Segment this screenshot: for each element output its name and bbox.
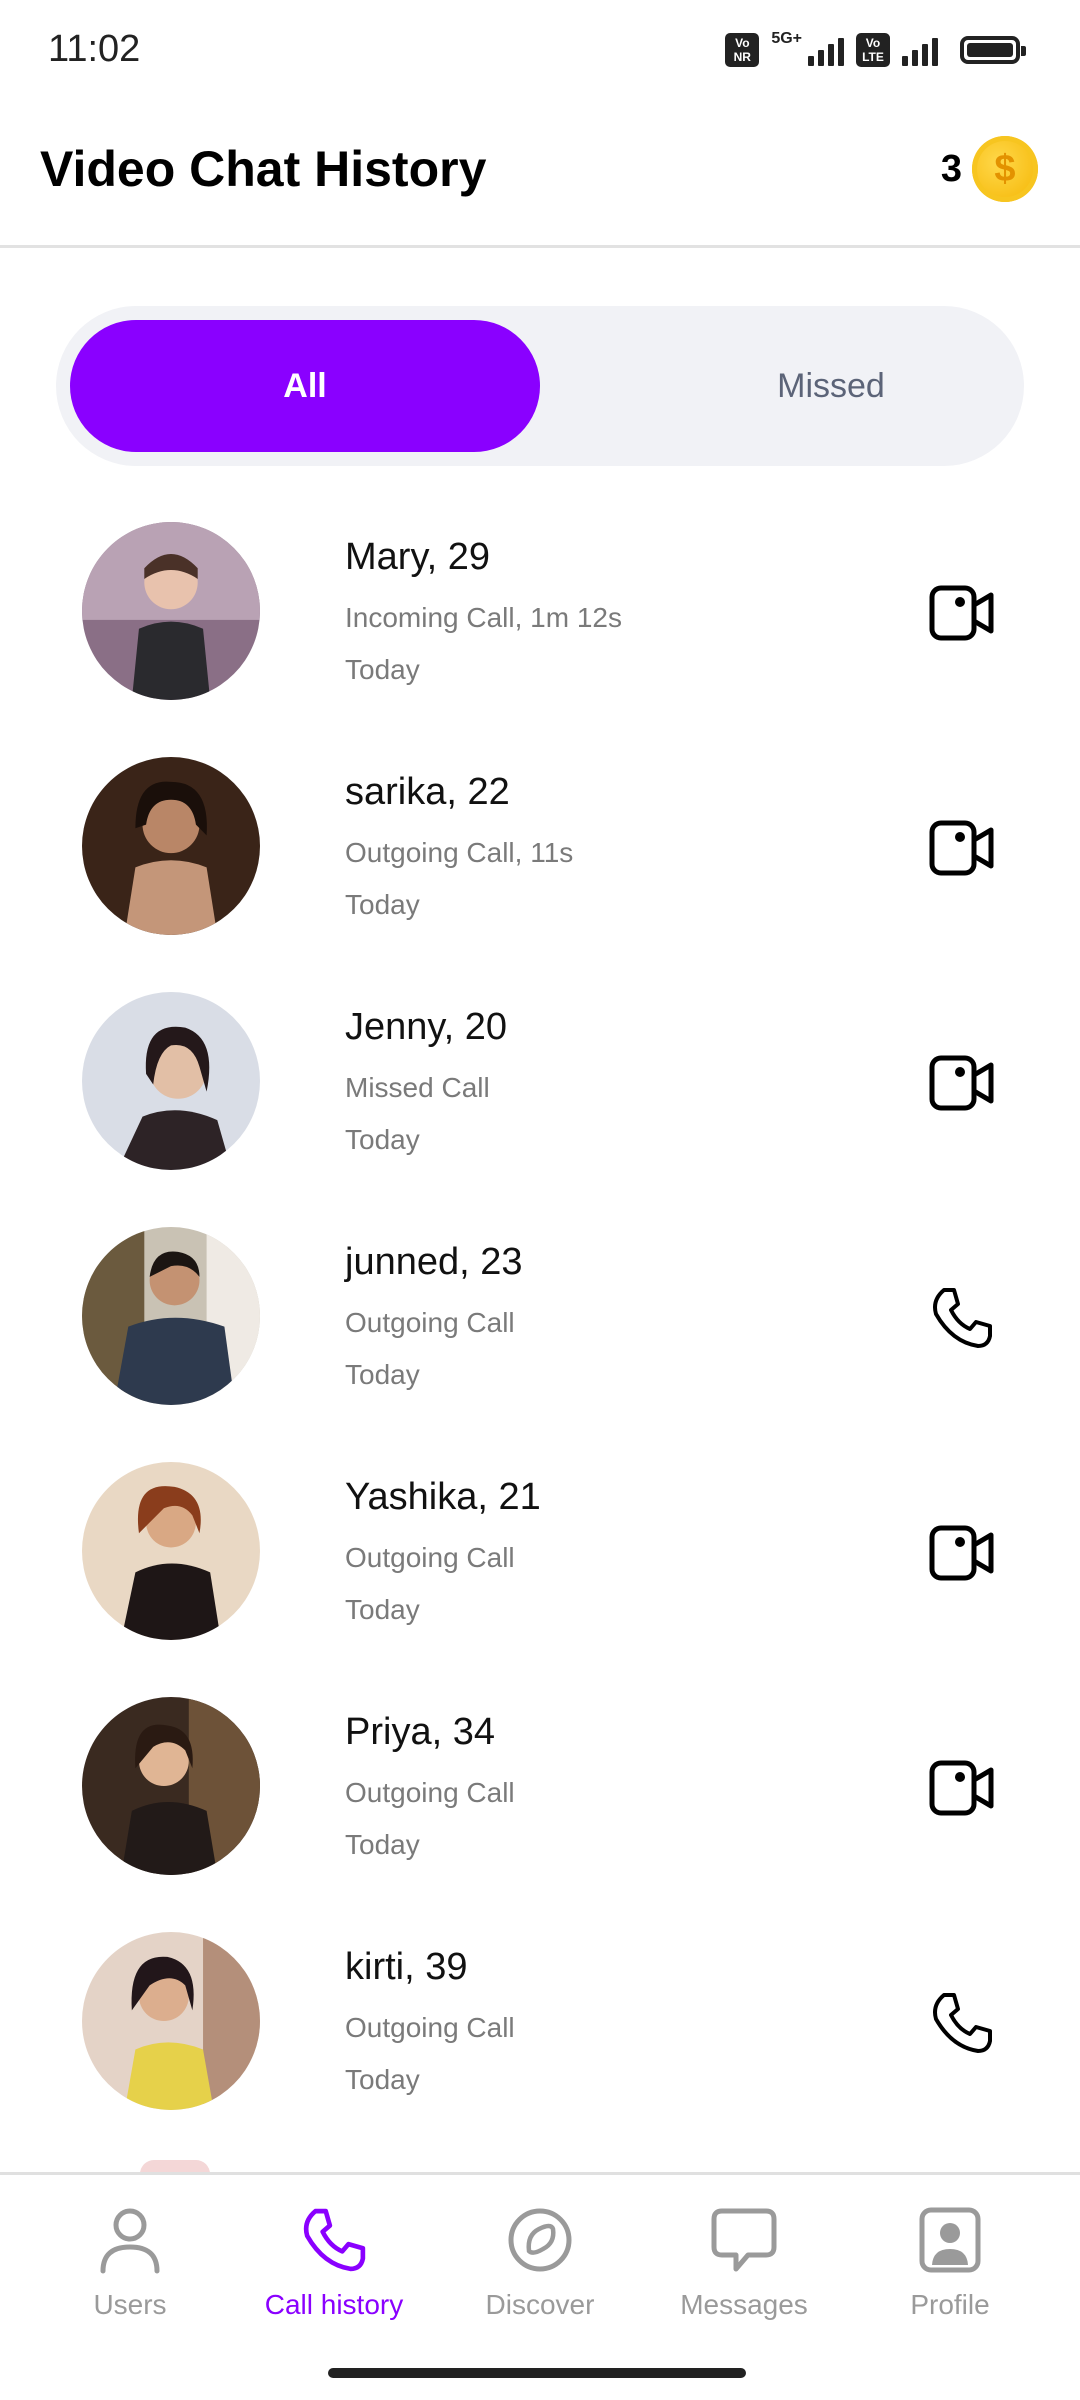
coin-icon[interactable]: $ [972,136,1038,202]
avatar[interactable] [82,1227,260,1405]
call-time: Today [345,1124,420,1155]
contact-name: junned, 23 [345,1241,523,1283]
avatar[interactable] [82,757,260,935]
status-time: 11:02 [48,28,141,70]
phone-icon [299,2205,369,2275]
contact-name: sarika, 22 [345,771,510,813]
call-detail: Outgoing Call [345,2012,515,2043]
app-header: Video Chat History 3 $ [0,100,1080,248]
call-detail: Outgoing Call [345,1777,515,1808]
call-row[interactable]: kirti, 39 Outgoing Call Today [0,1910,1080,2130]
avatar[interactable] [82,1697,260,1875]
status-bar: 11:02 Vo NR 5G+ Vo LTE [0,0,1080,100]
tab-missed[interactable]: Missed [596,320,1066,452]
user-icon [95,2205,165,2275]
call-detail: Outgoing Call [345,1542,515,1573]
call-time: Today [345,2064,420,2095]
call-row[interactable]: sarika, 22 Outgoing Call, 11s Today [0,735,1080,955]
coin-count: 3 [940,148,962,190]
contact-name: Mary, 29 [345,536,491,578]
network-type-label: 5G+ [771,30,802,47]
nav-label: Users [93,2289,167,2320]
home-indicator[interactable] [328,2368,746,2378]
nav-users[interactable]: Users [40,2205,220,2335]
video-call-icon[interactable] [922,815,1002,881]
avatar[interactable] [82,1932,260,2110]
nav-profile[interactable]: Profile [860,2205,1040,2335]
contact-name: kirti, 39 [345,1946,468,1988]
avatar[interactable] [82,1462,260,1640]
tab-all[interactable]: All [70,320,540,452]
signal-strength-icon [808,34,844,66]
page-title: Video Chat History [40,141,487,197]
nav-call-history[interactable]: Call history [244,2205,424,2335]
call-row[interactable]: junned, 23 Outgoing Call Today [0,1205,1080,1425]
status-icons: Vo NR 5G+ Vo LTE [725,30,1026,70]
call-detail: Outgoing Call [345,1307,515,1338]
call-time: Today [345,889,420,920]
contact-name: Yashika, 21 [345,1476,541,1518]
volte-nr-icon: Vo NR [725,33,760,67]
chat-bubble-icon [709,2205,779,2275]
call-time: Today [345,654,420,685]
call-row[interactable]: Yashika, 21 Outgoing Call Today [0,1440,1080,1660]
nav-label: Call history [264,2289,404,2320]
call-time: Today [345,1594,420,1625]
call-detail: Missed Call [345,1072,490,1103]
nav-label: Messages [680,2289,808,2320]
phone-call-icon[interactable] [922,1285,1002,1351]
nav-messages[interactable]: Messages [654,2205,834,2335]
avatar[interactable] [82,992,260,1170]
call-row[interactable]: Jenny, 20 Missed Call Today [0,970,1080,1190]
contact-name: Jenny, 20 [345,1006,507,1048]
nav-label: Discover [485,2289,595,2320]
battery-icon [960,36,1026,64]
volte-lte-icon: Vo LTE [856,33,890,67]
video-call-icon[interactable] [922,1050,1002,1116]
nav-label: Profile [910,2289,990,2320]
video-call-icon[interactable] [922,580,1002,646]
nav-discover[interactable]: Discover [450,2205,630,2335]
call-time: Today [345,1359,420,1390]
phone-call-icon[interactable] [922,1990,1002,2056]
profile-card-icon [915,2205,985,2275]
avatar[interactable] [82,522,260,700]
bottom-navigation: Users Call history Discover Messages Pro… [0,2172,1080,2400]
call-row[interactable]: Priya, 34 Outgoing Call Today [0,1675,1080,1895]
signal-strength-icon-2 [902,34,938,66]
compass-icon [505,2205,575,2275]
call-row[interactable]: Mary, 29 Incoming Call, 1m 12s Today [0,500,1080,720]
call-time: Today [345,1829,420,1860]
call-filter-tabs: All Missed [56,306,1024,466]
video-call-icon[interactable] [922,1755,1002,1821]
call-detail: Outgoing Call, 11s [345,837,574,868]
contact-name: Priya, 34 [345,1711,495,1753]
video-call-icon[interactable] [922,1520,1002,1586]
call-detail: Incoming Call, 1m 12s [345,602,623,633]
